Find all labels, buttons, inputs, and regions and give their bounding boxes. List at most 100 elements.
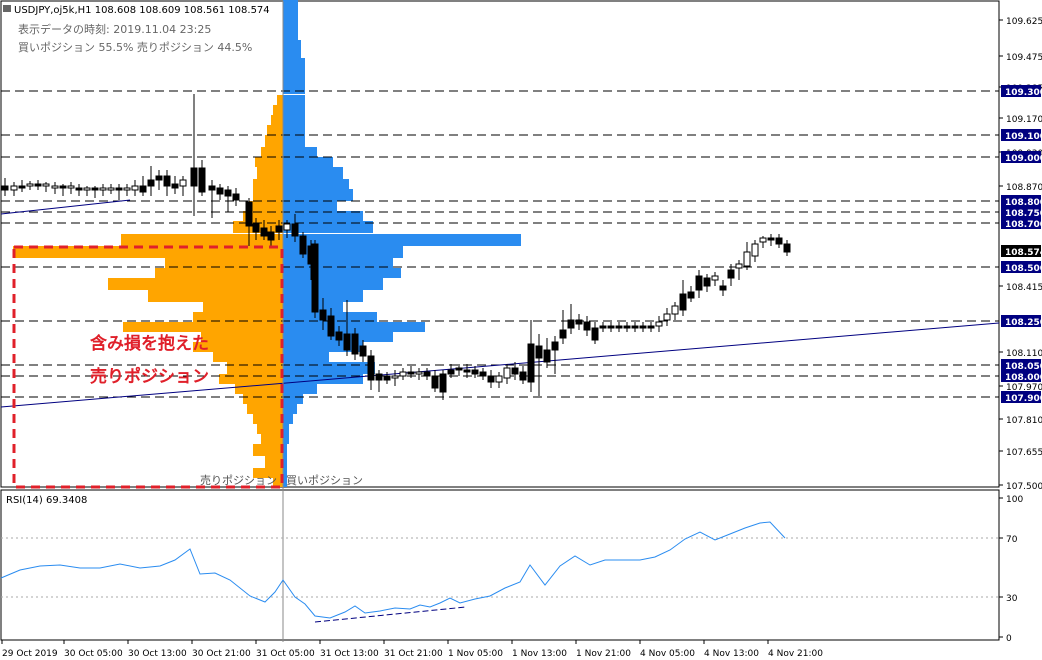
candle-body[interactable] <box>735 263 743 269</box>
candle-body[interactable] <box>511 367 519 375</box>
candle-body[interactable] <box>26 183 34 187</box>
candle-body[interactable] <box>343 333 351 351</box>
candle-body[interactable] <box>607 325 615 329</box>
candle-body[interactable] <box>655 321 663 327</box>
candle-body[interactable] <box>647 325 655 329</box>
candle-body[interactable] <box>679 293 687 311</box>
candle-body[interactable] <box>399 371 407 377</box>
candle-body[interactable] <box>1 185 9 191</box>
candle-body[interactable] <box>131 185 139 191</box>
candle-body[interactable] <box>719 285 727 291</box>
candle-body[interactable] <box>267 231 275 241</box>
candle-body[interactable] <box>711 275 719 281</box>
rsi-plot-frame <box>0 489 1000 641</box>
candle-body[interactable] <box>34 183 42 187</box>
candle-body[interactable] <box>75 187 83 191</box>
candle-body[interactable] <box>439 373 447 393</box>
candle-body[interactable] <box>695 275 703 291</box>
candle-body[interactable] <box>252 223 260 233</box>
candle-body[interactable] <box>663 313 671 321</box>
chart-canvas[interactable]: 含み損を抱えた 売りポジション USDJPY,oj5k,H1 108.608 1… <box>0 0 1042 660</box>
candle-body[interactable] <box>99 187 107 191</box>
candle-body[interactable] <box>51 185 59 189</box>
candle-body[interactable] <box>391 375 399 379</box>
candle-body[interactable] <box>375 373 383 381</box>
candle-body[interactable] <box>471 369 479 375</box>
candle-body[interactable] <box>245 201 253 227</box>
candle-body[interactable] <box>727 269 735 279</box>
candle-body[interactable] <box>319 309 327 321</box>
candle-body[interactable] <box>407 371 415 375</box>
candle-body[interactable] <box>83 187 91 191</box>
candle-body[interactable] <box>327 315 335 337</box>
candle-body[interactable] <box>559 329 567 339</box>
candle-body[interactable] <box>91 187 99 191</box>
candle-body[interactable] <box>359 345 367 357</box>
candle-body[interactable] <box>551 341 559 351</box>
candle-body[interactable] <box>503 367 511 379</box>
candle-body[interactable] <box>59 185 67 189</box>
candle-body[interactable] <box>575 319 583 325</box>
candle-body[interactable] <box>519 371 527 381</box>
candle-body[interactable] <box>311 243 319 313</box>
candle-body[interactable] <box>743 251 751 267</box>
candle-body[interactable] <box>751 243 759 257</box>
candle-body[interactable] <box>299 235 307 255</box>
candle-body[interactable] <box>123 187 131 191</box>
candle-body[interactable] <box>527 343 535 383</box>
candle-body[interactable] <box>479 371 487 377</box>
candle-body[interactable] <box>415 371 423 375</box>
candle-body[interactable] <box>623 325 631 329</box>
sell-profile-bar <box>265 135 283 147</box>
candle-body[interactable] <box>208 185 216 191</box>
candle-body[interactable] <box>567 319 575 329</box>
candle-body[interactable] <box>335 331 343 341</box>
candle-body[interactable] <box>232 193 240 201</box>
candle-body[interactable] <box>767 237 775 241</box>
candle-body[interactable] <box>42 183 50 187</box>
candle-body[interactable] <box>260 227 268 237</box>
candle-body[interactable] <box>351 333 359 355</box>
candle-body[interactable] <box>283 223 291 231</box>
candle-body[interactable] <box>703 277 711 287</box>
candle-body[interactable] <box>615 325 623 329</box>
candle-body[interactable] <box>463 369 471 373</box>
candle-body[interactable] <box>107 187 115 191</box>
candle-body[interactable] <box>383 375 391 381</box>
candle-body[interactable] <box>18 185 26 189</box>
candle-body[interactable] <box>147 179 155 187</box>
candle-body[interactable] <box>423 371 431 377</box>
candle-body[interactable] <box>431 375 439 389</box>
candle-body[interactable] <box>543 349 551 363</box>
candle-body[interactable] <box>775 237 783 245</box>
candle-body[interactable] <box>687 291 695 299</box>
candle-body[interactable] <box>179 179 187 187</box>
candle-body[interactable] <box>495 375 503 383</box>
candle-body[interactable] <box>783 243 791 253</box>
candle-body[interactable] <box>591 327 599 341</box>
candle-body[interactable] <box>291 223 299 237</box>
candle-body[interactable] <box>275 225 283 233</box>
candle-body[interactable] <box>367 355 375 381</box>
candle-body[interactable] <box>447 369 455 375</box>
candle-body[interactable] <box>216 187 224 195</box>
candle-body[interactable] <box>171 183 179 189</box>
candle-body[interactable] <box>759 237 767 243</box>
candle-body[interactable] <box>535 345 543 359</box>
candle-body[interactable] <box>115 187 123 191</box>
candle-body[interactable] <box>599 325 607 329</box>
candle-body[interactable] <box>639 325 647 329</box>
candle-body[interactable] <box>487 375 495 383</box>
candle-body[interactable] <box>198 167 206 193</box>
candle-body[interactable] <box>671 305 679 315</box>
candle-body[interactable] <box>155 175 163 181</box>
candle-body[interactable] <box>631 325 639 329</box>
candle-body[interactable] <box>455 367 463 371</box>
candle-body[interactable] <box>224 189 232 197</box>
candle-body[interactable] <box>67 185 75 189</box>
candle-body[interactable] <box>583 321 591 331</box>
candle-body[interactable] <box>163 175 171 187</box>
candle-body[interactable] <box>190 167 198 187</box>
candle-body[interactable] <box>139 185 147 193</box>
candle-body[interactable] <box>10 185 18 191</box>
